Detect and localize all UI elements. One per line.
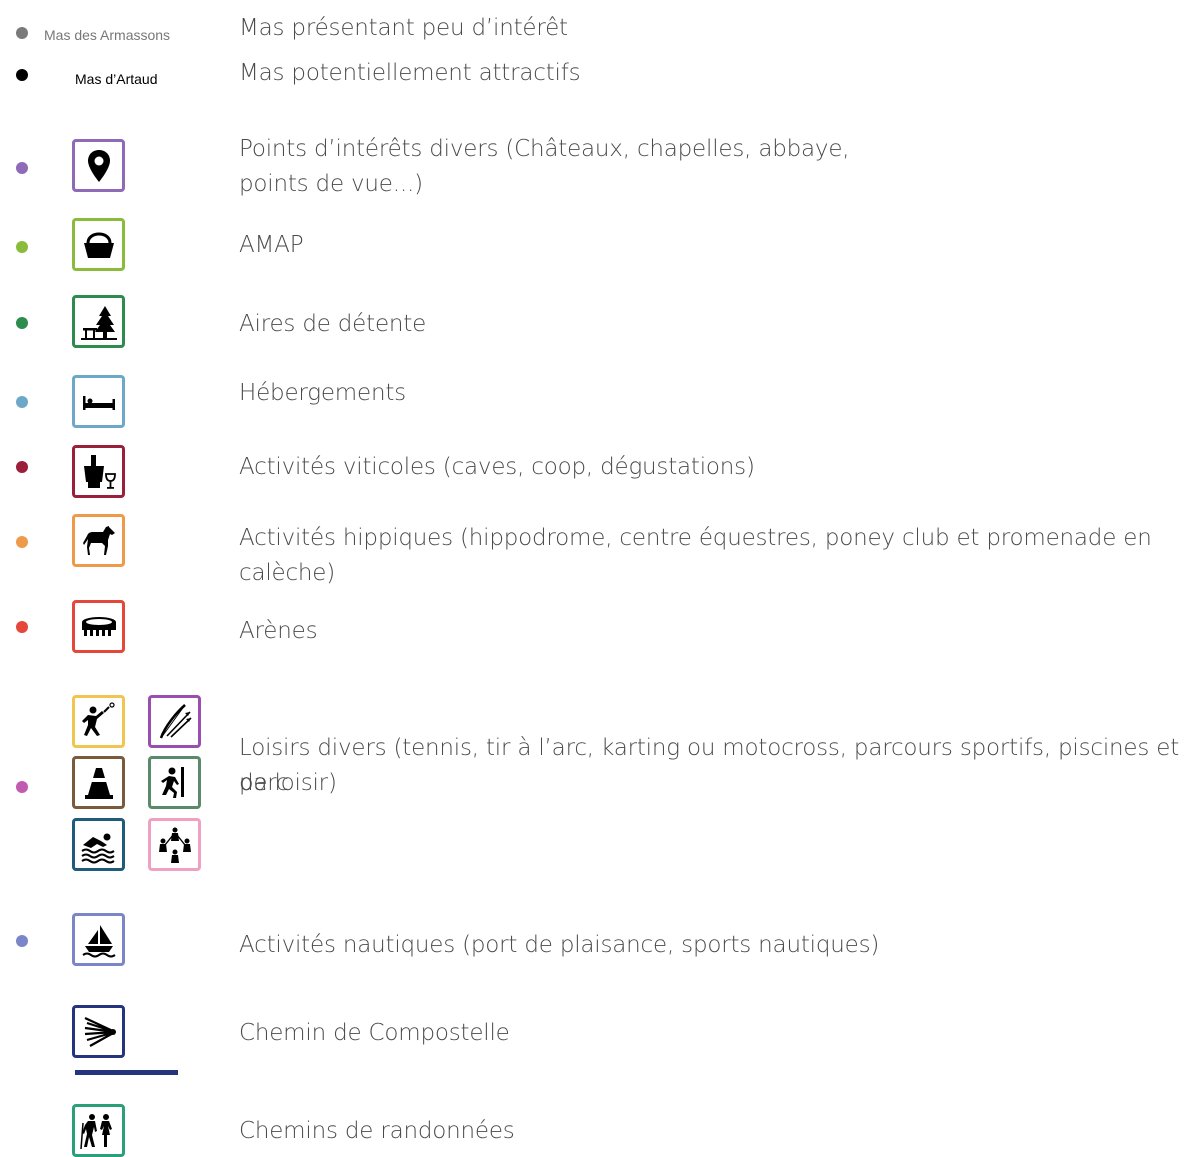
archery-icon [148,695,201,748]
interest-label-2: points de vue...) [239,171,423,197]
interest-dot [16,162,28,174]
lodging-dot [16,396,28,408]
horse-label-1: Activités hippiques (hippodrome, centre … [239,525,1152,551]
rest-dot [16,317,28,329]
lodging-label: Hébergements [239,380,406,406]
map-pin-icon [72,139,125,192]
hiking-label: Chemins de randonnées [239,1118,515,1144]
cone-icon [72,756,125,809]
hikers-icon [72,1104,125,1157]
tennis-icon [72,695,125,748]
arena-icon [72,600,125,653]
interest-label-1: Points d’intérêts divers (Châteaux, chap… [239,136,850,162]
amap-label: AMAP [239,232,304,258]
mas-high-name: Mas d’Artaud [75,71,158,87]
mas-low-label: Mas présentant peu d’intérêt [239,15,568,41]
basket-icon [72,218,125,271]
leisure-label-1: Loisirs divers (tennis, tir à l’arc, kar… [239,735,1180,796]
wine-icon [72,445,125,498]
amap-dot [16,241,28,253]
wine-dot [16,461,28,473]
leisure-dot [16,781,28,793]
horse-icon [72,514,125,567]
arena-dot [16,621,28,633]
bed-icon [72,375,125,428]
sailboat-icon [72,913,125,966]
playground-icon [148,818,201,871]
swimming-icon [72,818,125,871]
leisure-label-2: de loisir) [239,770,337,796]
scallop-shell-icon [72,1005,125,1058]
arena-label: Arènes [239,618,318,644]
horse-label-2: calèche) [239,560,336,586]
mas-high-label: Mas potentiellement attractifs [239,60,581,86]
running-icon [148,756,201,809]
compostelle-line [75,1070,178,1075]
wine-label: Activités viticoles (caves, coop, dégust… [239,454,755,480]
mas-low-name: Mas des Armassons [44,27,171,43]
horse-dot [16,536,28,548]
mas-high-dot [16,69,28,81]
nautical-label: Activités nautiques (port de plaisance, … [239,932,880,958]
compostelle-label: Chemin de Compostelle [239,1020,510,1046]
mas-low-dot [16,27,28,39]
rest-label: Aires de détente [239,311,427,337]
nautical-dot [16,935,28,947]
picnic-tree-icon [72,295,125,348]
